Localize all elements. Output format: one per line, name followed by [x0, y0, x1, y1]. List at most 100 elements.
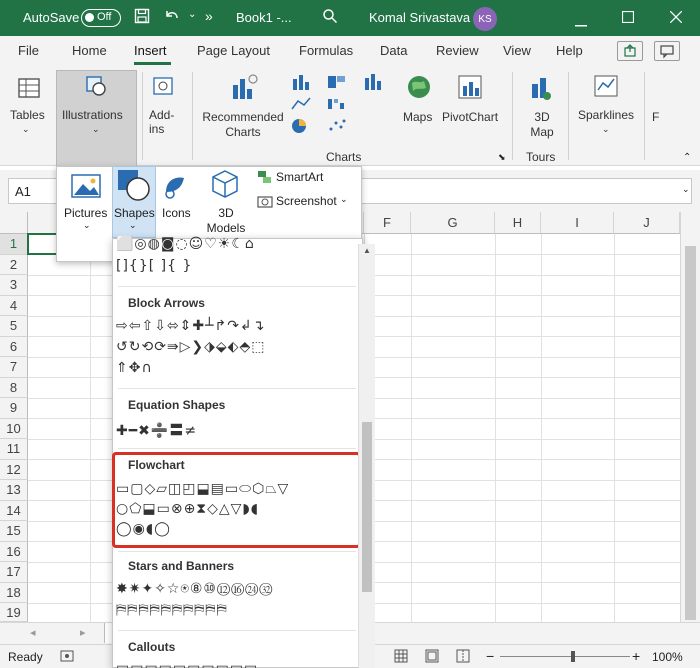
column-header-g[interactable]: G	[411, 212, 495, 234]
tables-button[interactable]: Tables	[10, 108, 45, 122]
filters-button[interactable]: F	[652, 110, 659, 124]
row-header[interactable]: 6	[0, 336, 28, 357]
tab-data[interactable]: Data	[380, 43, 407, 58]
row-header[interactable]: 8	[0, 377, 28, 398]
row-header[interactable]: 9	[0, 398, 28, 419]
hierarchy-chart-icon[interactable]	[326, 72, 352, 95]
screenshot-button[interactable]: Screenshot	[276, 194, 337, 208]
tab-view[interactable]: View	[503, 43, 531, 58]
prev-sheet-icon[interactable]: ◂	[30, 626, 36, 639]
equation-shapes-row[interactable]: ✚━✖➗〓≠	[116, 420, 197, 440]
tab-formulas[interactable]: Formulas	[299, 43, 353, 58]
block-arrows-row[interactable]: ⇑✥∩	[116, 360, 153, 376]
share-icon[interactable]	[617, 41, 643, 61]
avatar[interactable]: KS	[473, 7, 497, 31]
tab-page-layout[interactable]: Page Layout	[197, 43, 270, 58]
close-icon[interactable]	[669, 10, 683, 26]
row-header[interactable]: 3	[0, 275, 28, 296]
zoom-level[interactable]: 100%	[652, 650, 683, 664]
column-header-f[interactable]: F	[364, 212, 411, 234]
row-header[interactable]: 12	[0, 459, 28, 480]
name-box[interactable]: A1	[8, 178, 58, 204]
3d-models-button[interactable]: 3D Models	[200, 206, 252, 236]
search-icon[interactable]	[322, 8, 338, 27]
shapes-row[interactable]: ⬜◎◍◙◌☺♡☀☾⌂	[116, 236, 255, 252]
line-chart-icon[interactable]	[290, 95, 316, 116]
recommended-charts-button[interactable]: Recommended Charts	[198, 110, 288, 140]
smartart-button[interactable]: SmartArt	[276, 170, 323, 184]
expand-formula-icon[interactable]: ⌄	[682, 184, 690, 195]
page-layout-view-icon[interactable]	[425, 649, 439, 666]
pie-chart-icon[interactable]	[290, 117, 316, 138]
column-chart-icon[interactable]	[290, 72, 316, 95]
gallery-scroll-thumb[interactable]	[362, 422, 372, 592]
shapes-row[interactable]: []{}[ ]{ }	[116, 258, 192, 274]
select-all-corner[interactable]	[0, 212, 28, 234]
row-header[interactable]: 5	[0, 316, 28, 337]
stars-row[interactable]: ✸✷✦✧☆⍟⑧⑩⑫⑯㉔㉜	[116, 581, 273, 597]
row-header[interactable]: 17	[0, 562, 28, 583]
scroll-up-icon[interactable]: ▲	[363, 246, 371, 255]
comments-icon[interactable]	[654, 41, 680, 61]
tab-review[interactable]: Review	[436, 43, 479, 58]
stars-row[interactable]: ⛿⛿⛿⛿⛿⛿⛿⛿⛿⛿	[116, 602, 228, 618]
tables-dropdown-icon[interactable]: ⌄	[22, 124, 30, 135]
minimize-icon[interactable]	[575, 16, 587, 30]
row-header[interactable]: 18	[0, 582, 28, 603]
maps-button[interactable]: Maps	[403, 110, 432, 124]
callouts-row[interactable]: ▭▭▭▭▭▭▭▭▭▭	[116, 660, 258, 668]
block-arrows-row[interactable]: ⇨⇦⇧⇩⬄⇕✚┴↱↷↲↴	[116, 318, 265, 334]
zoom-in-icon[interactable]: +	[632, 648, 640, 664]
zoom-slider-thumb[interactable]	[571, 651, 575, 662]
collapse-ribbon-icon[interactable]: ⌃	[683, 152, 691, 163]
pictures-button[interactable]: Pictures	[64, 206, 107, 220]
scrollbar-thumb[interactable]	[685, 246, 696, 620]
tab-insert[interactable]: Insert	[134, 43, 167, 58]
row-header[interactable]: 1	[0, 234, 28, 255]
sparklines-button[interactable]: Sparklines	[578, 108, 634, 122]
icons-button[interactable]: Icons	[162, 206, 191, 220]
screenshot-dropdown-icon[interactable]: ⌄	[340, 194, 348, 205]
accessibility-icon[interactable]	[60, 649, 74, 666]
pictures-dropdown-icon[interactable]: ⌄	[83, 220, 91, 231]
gallery-scrollbar[interactable]: ▲	[358, 244, 375, 668]
block-arrows-row[interactable]: ↺↻⟲⟳⇛▷❯⬗⬙⬖⬘⬚	[116, 339, 265, 355]
3d-map-button[interactable]: 3D Map	[522, 110, 562, 140]
row-header[interactable]: 11	[0, 439, 28, 460]
pivotchart-button[interactable]: PivotChart	[442, 110, 498, 124]
row-header[interactable]: 4	[0, 295, 28, 316]
undo-icon[interactable]	[163, 8, 181, 27]
sheet-tab[interactable]	[104, 623, 112, 643]
normal-view-icon[interactable]	[394, 649, 408, 666]
addins-button[interactable]: Add-ins	[149, 108, 183, 136]
save-icon[interactable]	[134, 8, 150, 27]
statistic-chart-icon[interactable]	[363, 72, 389, 95]
scatter-chart-icon[interactable]	[326, 117, 352, 138]
row-header[interactable]: 10	[0, 418, 28, 439]
row-header[interactable]: 2	[0, 254, 28, 275]
more-commands-icon[interactable]: »	[205, 8, 213, 24]
tab-file[interactable]: File	[18, 43, 39, 58]
row-header[interactable]: 19	[0, 603, 28, 622]
row-header[interactable]: 13	[0, 480, 28, 501]
maximize-icon[interactable]	[621, 10, 635, 26]
tab-home[interactable]: Home	[72, 43, 107, 58]
autosave-toggle[interactable]: Off	[81, 9, 121, 27]
next-sheet-icon[interactable]: ▸	[80, 626, 86, 639]
zoom-out-icon[interactable]: −	[486, 648, 494, 664]
undo-dropdown-icon[interactable]: ⌄	[188, 9, 196, 20]
column-header-j[interactable]: J	[614, 212, 680, 234]
vertical-scrollbar[interactable]	[680, 212, 700, 622]
waterfall-chart-icon[interactable]	[326, 95, 352, 116]
charts-launcher-icon[interactable]: ⬊	[498, 152, 506, 163]
row-header[interactable]: 16	[0, 541, 28, 562]
sparklines-dropdown-icon[interactable]: ⌄	[602, 124, 610, 135]
column-header-i[interactable]: I	[541, 212, 614, 234]
zoom-slider[interactable]	[500, 656, 630, 657]
row-header[interactable]: 14	[0, 500, 28, 521]
formula-input[interactable]	[360, 178, 692, 204]
row-header[interactable]: 7	[0, 357, 28, 378]
page-break-view-icon[interactable]	[456, 649, 470, 666]
tab-help[interactable]: Help	[556, 43, 583, 58]
row-header[interactable]: 15	[0, 521, 28, 542]
